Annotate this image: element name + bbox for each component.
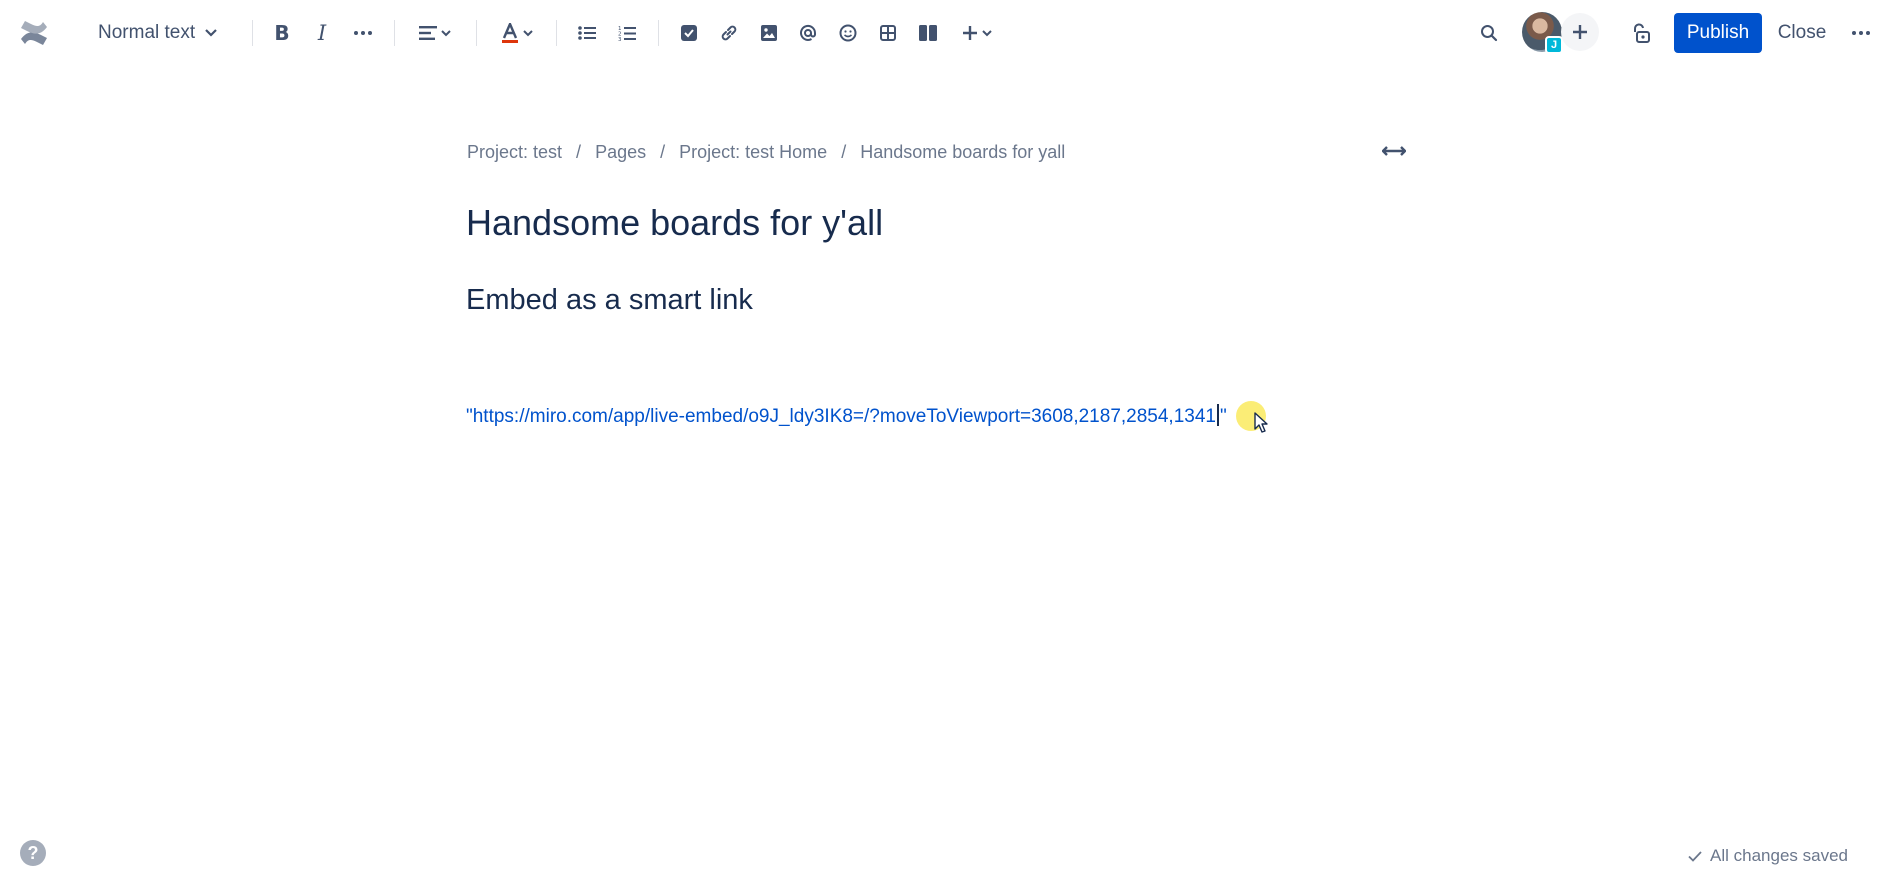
confluence-logo-icon[interactable] [16,14,52,52]
collaborator-badge: J [1545,36,1563,54]
chevron-down-icon [982,29,992,36]
text-alignment-button[interactable] [412,14,458,52]
more-horizontal-icon [354,31,372,35]
toolbar-divider [556,20,557,46]
emoji-icon [839,24,857,42]
insert-elements-button[interactable] [954,14,1000,52]
image-button[interactable] [752,14,786,52]
breadcrumb-separator: / [841,141,847,162]
expand-width-icon [1382,146,1406,156]
bold-label: B [274,21,290,45]
toolbar-divider [394,20,395,46]
task-icon [681,25,697,41]
toolbar-divider [476,20,477,46]
italic-label: I [317,21,327,45]
layout-icon [919,25,937,41]
italic-button[interactable]: I [306,14,338,52]
checkmark-icon [1688,850,1702,862]
restrictions-button[interactable] [1624,14,1658,52]
bold-button[interactable]: B [266,14,298,52]
smart-link[interactable]: "https://miro.com/app/live-embed/o9J_ldy… [466,404,1227,428]
breadcrumb-separator: / [576,141,582,162]
full-width-toggle-button[interactable] [1378,138,1410,164]
table-button[interactable] [871,14,905,52]
breadcrumb: Project: test / Pages / Project: test Ho… [467,140,1065,164]
breadcrumb-item-pages[interactable]: Pages [595,142,646,163]
breadcrumb-item-space[interactable]: Project: test [467,142,562,163]
align-left-icon [419,26,437,40]
action-item-button[interactable] [672,14,706,52]
more-formatting-button[interactable] [346,14,380,52]
content-heading[interactable]: Embed as a smart link [466,284,753,317]
emoji-button[interactable] [831,14,865,52]
link-icon [721,25,737,41]
chevron-down-icon [205,29,217,37]
more-actions-button[interactable] [1844,14,1878,52]
search-icon [1481,25,1498,42]
mention-button[interactable] [791,14,825,52]
table-icon [880,25,896,41]
link-button[interactable] [712,14,746,52]
text-style-label: Normal text [98,22,196,43]
layouts-button[interactable] [911,14,945,52]
smart-link-url-end: " [1219,406,1227,427]
text-caret [1216,404,1219,426]
text-color-icon [502,23,518,43]
find-replace-button[interactable] [1472,14,1506,52]
breadcrumb-item-home[interactable]: Project: test Home [679,142,827,163]
mouse-pointer-icon [1254,412,1268,433]
publish-button[interactable]: Publish [1674,13,1762,53]
bullet-list-button[interactable] [570,14,604,52]
plus-icon [963,26,977,40]
breadcrumb-item-current-page[interactable]: Handsome boards for yall [860,142,1065,163]
close-button[interactable]: Close [1776,13,1828,53]
page-title[interactable]: Handsome boards for y'all [466,202,883,244]
invite-button[interactable] [1561,13,1599,51]
image-icon [761,25,777,41]
numbered-list-icon: 123 [618,26,636,41]
chevron-down-icon [523,29,533,36]
unlock-icon [1634,23,1650,43]
toolbar-divider [252,20,253,46]
mention-icon [800,24,817,41]
help-button[interactable]: ? [20,840,46,866]
plus-icon [1573,25,1587,39]
more-horizontal-icon [1852,31,1870,35]
breadcrumb-separator: / [660,141,666,162]
chevron-down-icon [441,29,451,36]
toolbar-divider [658,20,659,46]
text-style-dropdown[interactable]: Normal text [88,14,224,52]
editor-toolbar: Normal text B I 123 J Publish Close [0,0,1880,66]
bullet-list-icon [578,26,596,40]
save-status-label: All changes saved [1710,846,1848,865]
save-status: All changes saved [1688,846,1848,866]
smart-link-url: "https://miro.com/app/live-embed/o9J_ldy… [466,406,1216,427]
text-color-button[interactable] [494,14,540,52]
numbered-list-button[interactable]: 123 [610,14,644,52]
svg-text:3: 3 [618,37,622,41]
